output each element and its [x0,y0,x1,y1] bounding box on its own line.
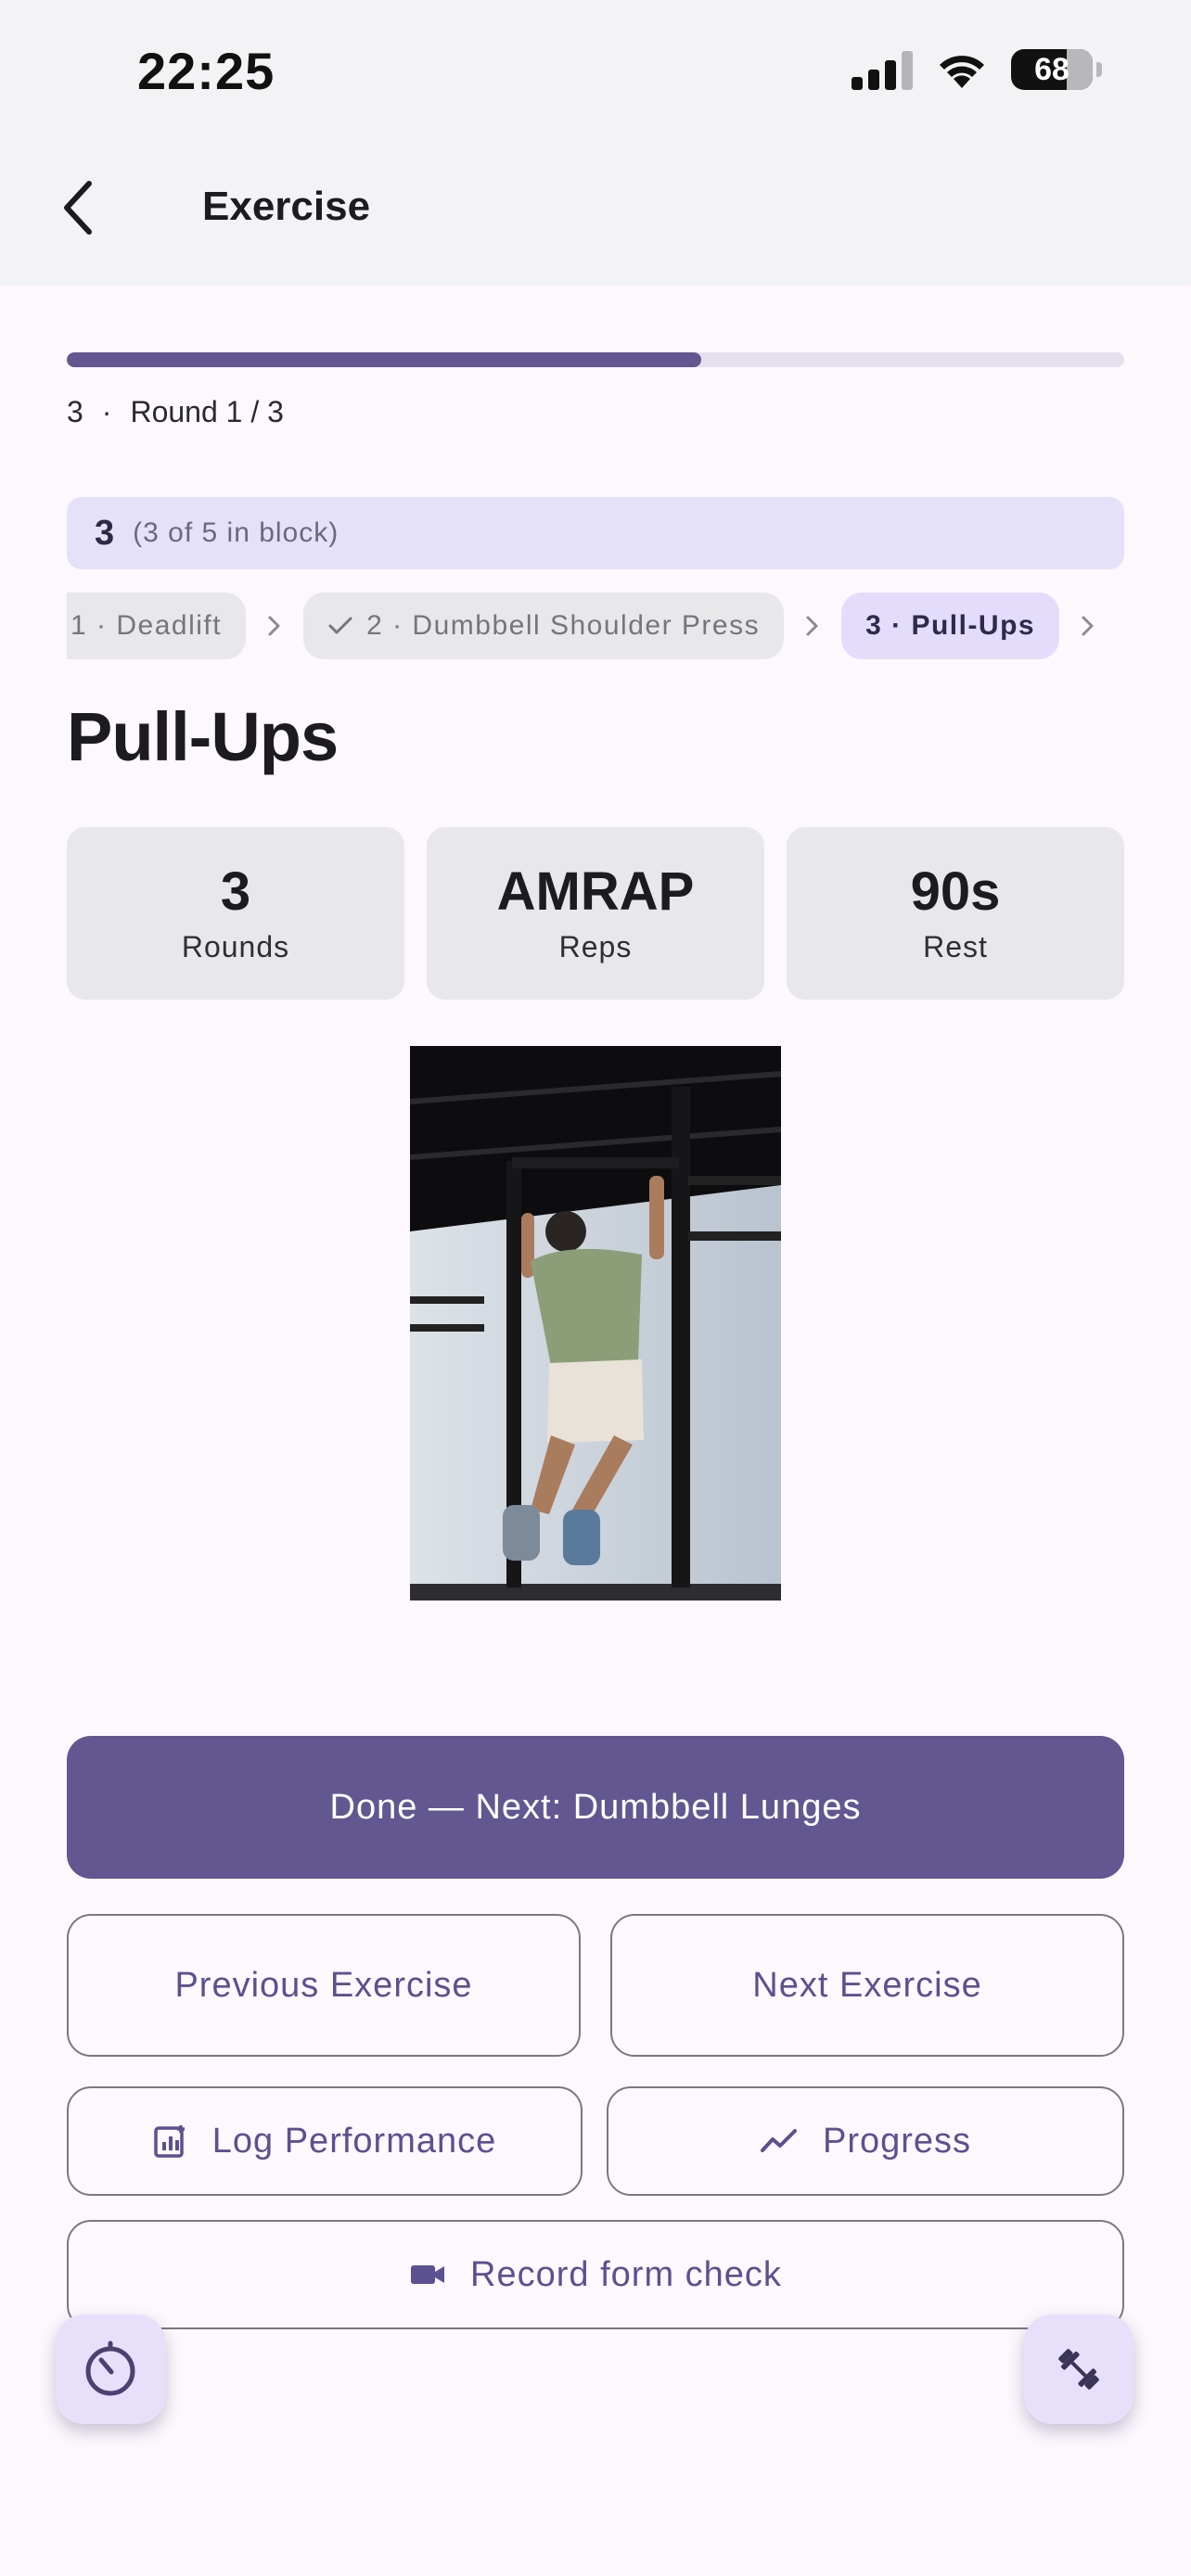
block-detail: (3 of 5 in block) [133,517,339,548]
dumbbell-icon [1058,2349,1099,2390]
chip-label: 1 · Deadlift [70,610,223,641]
chip-label: 2 · Dumbbell Shoulder Press [366,610,761,641]
chip-deadlift[interactable]: 1 · Deadlift [67,593,247,659]
chevron-right-icon [784,614,841,638]
log-performance-button[interactable]: Log Performance [67,2086,583,2196]
battery-level: 68 [1034,51,1069,87]
button-label: Next Exercise [752,1965,982,2005]
exercise-demo-image [410,1046,781,1600]
progress-button[interactable]: Progress [607,2086,1124,2196]
check-icon [328,617,352,634]
stat-card-reps: AMRAP Reps [427,827,764,1000]
chevron-right-icon [246,614,303,638]
round-info: 3 · Round 1 / 3 [67,395,284,429]
fitness-fab[interactable] [1024,2315,1133,2424]
stat-value: 90s [910,861,1001,922]
button-label: Progress [822,2121,972,2161]
battery-icon: 68 [1011,49,1093,90]
stat-card-rest: 90s Rest [787,827,1124,1000]
button-label: Log Performance [211,2121,497,2161]
stat-label: Rounds [181,930,290,964]
next-exercise-button[interactable]: Next Exercise [610,1914,1124,2057]
progress-fill [67,352,701,367]
status-icons: 68 [852,46,1102,93]
record-form-check-button[interactable]: Record form check [67,2220,1124,2329]
exercise-chip-row[interactable]: 1 · Deadlift 2 · Dumbbell Shoulder Press… [67,592,1124,660]
cellular-signal-icon [852,49,913,90]
stat-value: 3 [220,861,251,922]
top-bar: 22:25 68 Exercise [0,0,1191,286]
button-label: Record form check [470,2254,782,2294]
block-number: 3 [95,513,115,553]
stat-card-rounds: 3 Rounds [67,827,404,1000]
chip-dumbbell-shoulder-press[interactable]: 2 · Dumbbell Shoulder Press [303,593,785,659]
stat-label: Reps [558,930,633,964]
insights-chart-icon [154,2125,185,2158]
page-title: Exercise [202,184,371,229]
chevron-left-icon [64,181,92,235]
done-next-button[interactable]: Done — Next: Dumbbell Lunges [67,1736,1124,1879]
chip-label: 3 · Pull-Ups [865,610,1036,641]
videocam-icon [411,2265,445,2284]
previous-exercise-button[interactable]: Previous Exercise [67,1914,581,2057]
exercise-title: Pull-Ups [67,698,339,775]
timer-icon [85,2340,135,2396]
trending-up-icon [760,2129,797,2152]
block-banner: 3 (3 of 5 in block) [67,497,1124,569]
stat-value: AMRAP [496,861,695,922]
chip-pull-ups[interactable]: 3 · Pull-Ups [841,593,1060,659]
exercise-number: 3 [67,395,83,428]
chevron-right-icon [1059,614,1117,638]
wifi-icon [940,56,984,88]
button-label: Previous Exercise [174,1965,473,2005]
stat-label: Rest [923,930,988,964]
workout-progress-bar [67,352,1124,367]
separator: · [101,395,112,428]
status-time: 22:25 [137,42,275,100]
timer-fab[interactable] [56,2315,165,2424]
round-counter: Round 1 / 3 [130,395,284,428]
back-button[interactable] [52,174,104,241]
exercise-stats: 3 Rounds AMRAP Reps 90s Rest [67,827,1124,1000]
